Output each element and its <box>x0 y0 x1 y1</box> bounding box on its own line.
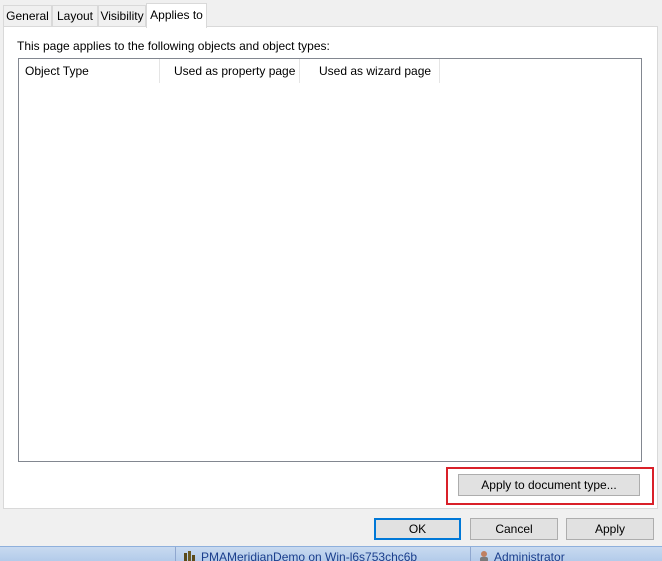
apply-button[interactable]: Apply <box>566 518 654 540</box>
column-header-label: Object Type <box>25 64 89 78</box>
tab-general[interactable]: General <box>3 5 52 26</box>
tab-layout[interactable]: Layout <box>52 5 98 26</box>
taskbar-item-label: Administrator <box>494 550 565 561</box>
tab-visibility[interactable]: Visibility <box>98 5 146 26</box>
taskbar-item-user[interactable]: Administrator <box>478 550 565 561</box>
taskbar-item-server[interactable]: PMAMeridianDemo on Win-l6s753chc6b <box>183 550 417 561</box>
column-header-label: Used as property page <box>174 64 296 78</box>
cancel-button[interactable]: Cancel <box>470 518 558 540</box>
taskbar-separator <box>175 547 176 561</box>
user-icon <box>480 551 488 561</box>
taskbar: PMAMeridianDemo on Win-l6s753chc6b Admin… <box>0 546 662 561</box>
tab-panel-applies-to: This page applies to the following objec… <box>3 26 658 509</box>
ok-button[interactable]: OK <box>374 518 461 540</box>
listview-header: Object Type Used as property page Used a… <box>19 59 641 83</box>
apply-to-document-type-button[interactable]: Apply to document type... <box>458 474 640 496</box>
column-header-wizard-page[interactable]: Used as wizard page <box>300 59 440 83</box>
applies-to-listview[interactable]: Object Type Used as property page Used a… <box>18 58 642 462</box>
column-header-object-type[interactable]: Object Type <box>19 59 160 83</box>
taskbar-separator <box>470 547 471 561</box>
taskbar-item-label: PMAMeridianDemo on Win-l6s753chc6b <box>201 550 418 561</box>
column-header-property-page[interactable]: Used as property page <box>160 59 300 83</box>
panel-description: This page applies to the following objec… <box>17 39 330 53</box>
column-header-label: Used as wizard page <box>319 64 432 78</box>
server-icon <box>184 551 195 561</box>
tab-applies-to[interactable]: Applies to <box>146 3 207 28</box>
